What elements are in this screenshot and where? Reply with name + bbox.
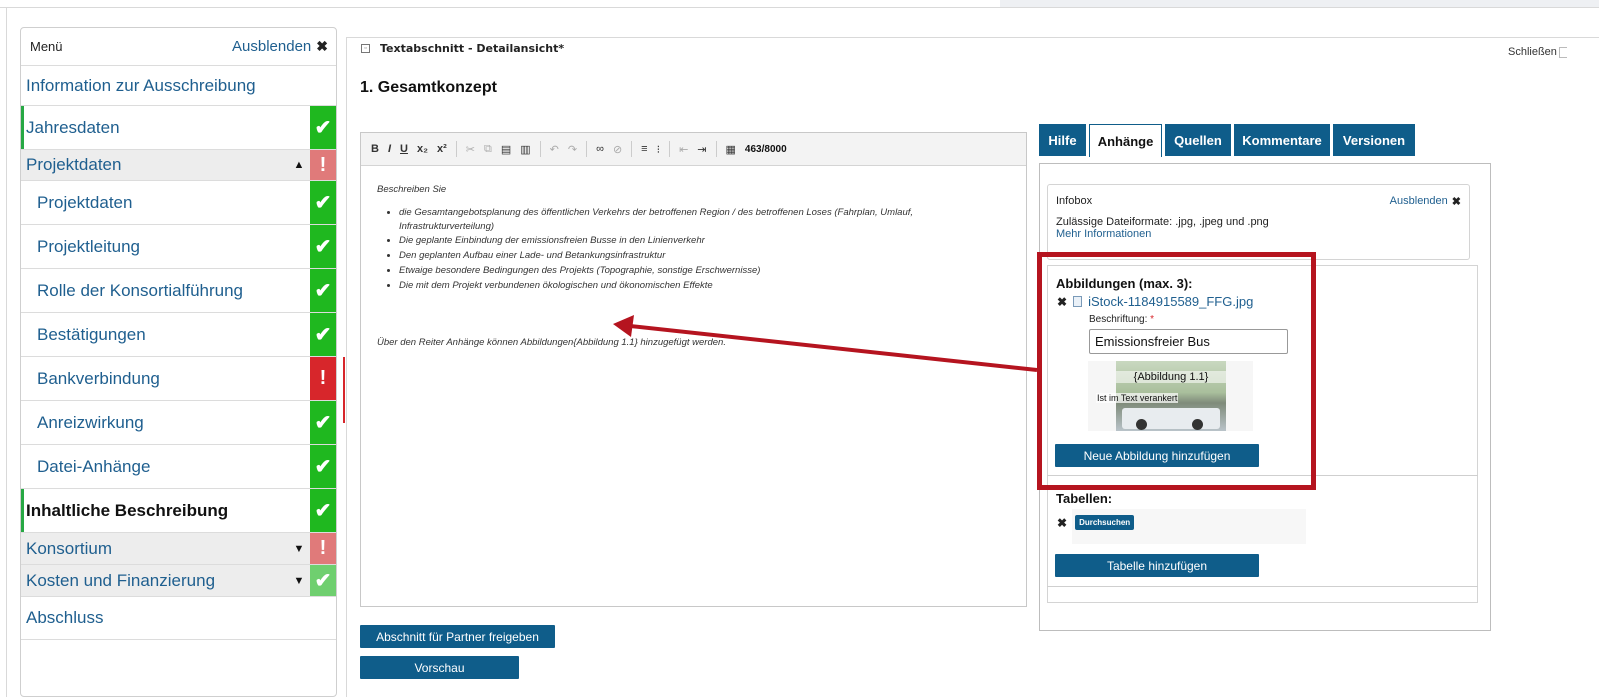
arrow-line (629, 324, 1038, 372)
arrow-head (613, 315, 634, 337)
annotation-arrow (613, 315, 1038, 372)
